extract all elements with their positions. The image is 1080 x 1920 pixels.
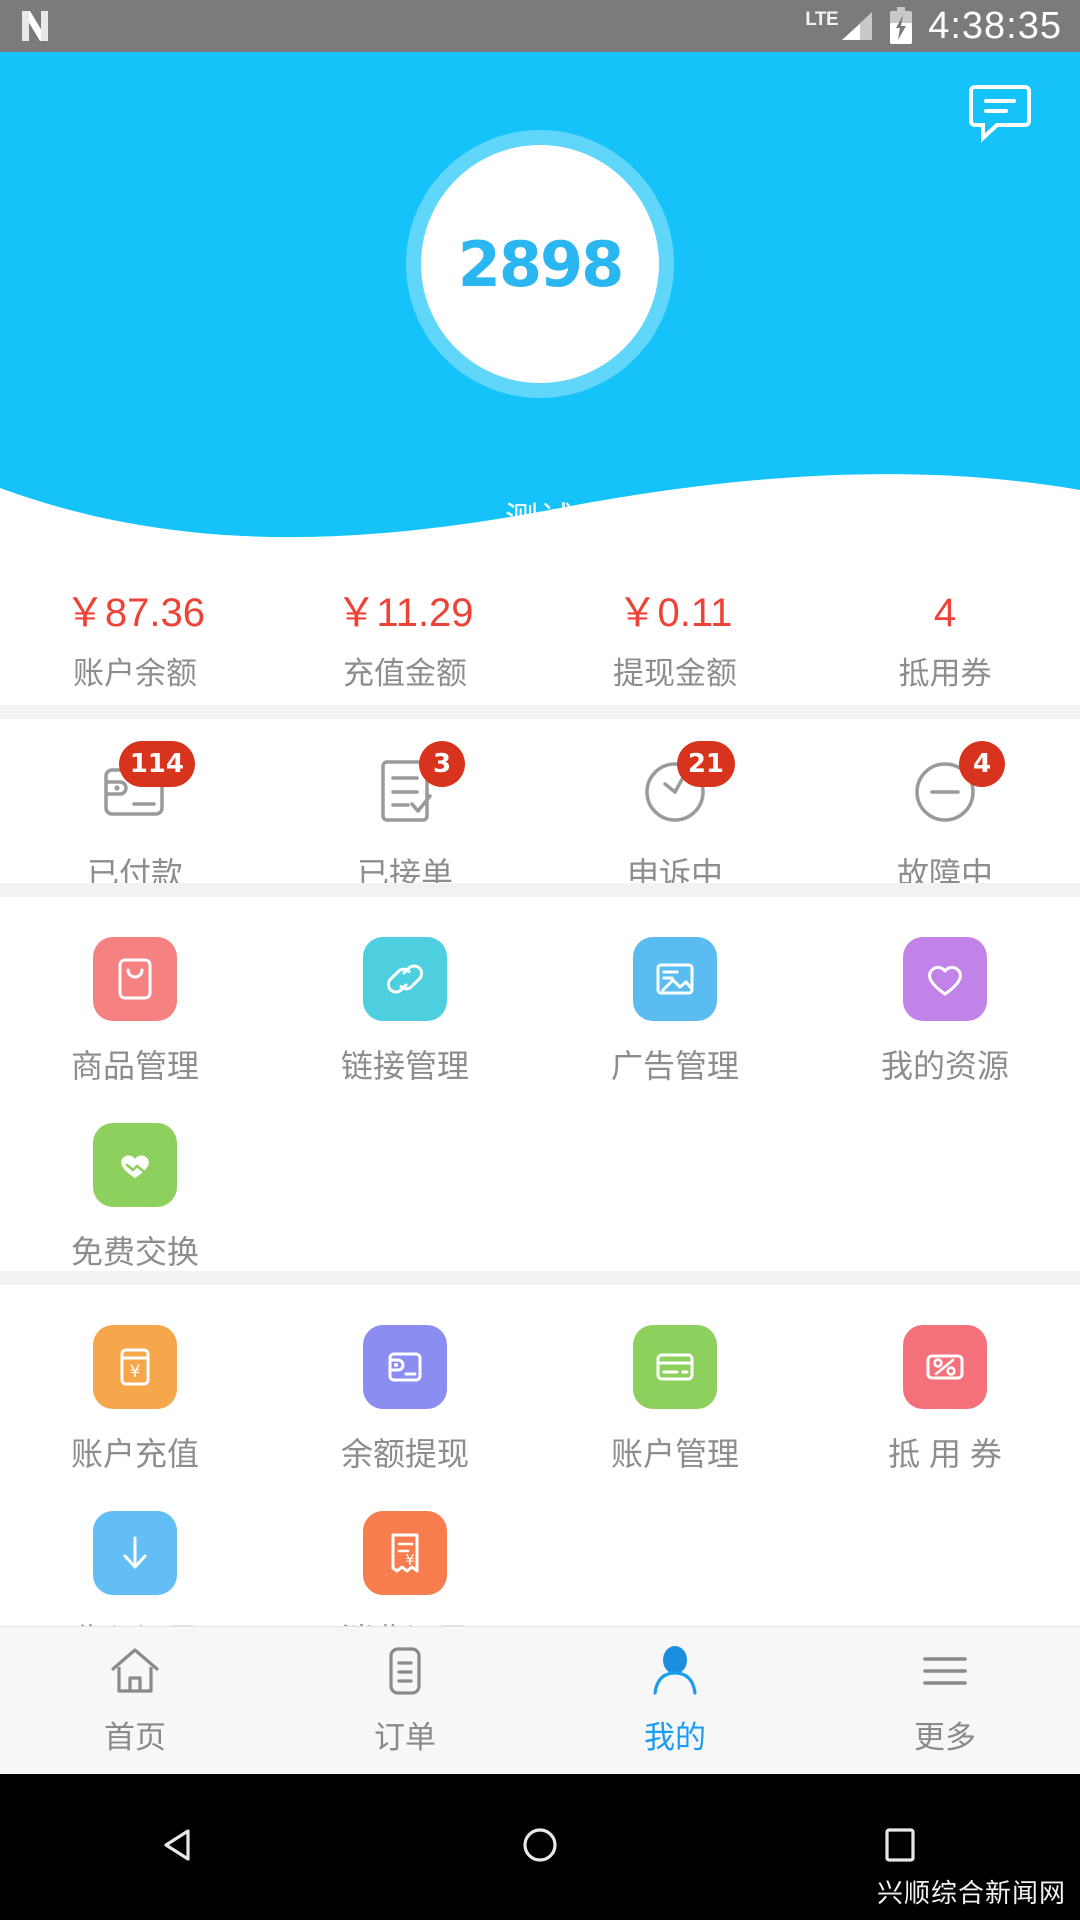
svg-text:¥: ¥ — [130, 1362, 141, 1382]
message-bubble-icon[interactable] — [962, 74, 1038, 150]
android-navigation-bar: 兴顺综合新闻网 — [0, 1774, 1080, 1920]
avatar-ring: 2898 — [406, 130, 674, 398]
handshake-icon — [93, 1123, 177, 1207]
stat-item[interactable]: ￥87.36 账户余额 — [0, 588, 270, 693]
order-status-item-fault[interactable]: 4 故障中 — [810, 741, 1080, 895]
tab-label: 首页 — [104, 1719, 166, 1755]
tile-label: 抵 用 券 — [888, 1436, 1002, 1472]
section-divider — [0, 883, 1080, 897]
stat-item[interactable]: ￥11.29 充值金额 — [270, 588, 540, 693]
tile-link-management[interactable]: 链接管理 — [270, 923, 540, 1109]
stat-label: 提现金额 — [613, 656, 737, 691]
tab-label: 订单 — [374, 1719, 436, 1755]
battery-charging-icon — [888, 7, 914, 45]
status-bar: LTE 4:38:35 — [0, 0, 1080, 52]
management-grid: 商品管理 链接管理 广告管理 我的资源 免费交换 — [0, 897, 1080, 1315]
shopping-bag-icon — [93, 937, 177, 1021]
order-badge: 21 — [676, 741, 735, 787]
status-bar-right: LTE 4:38:35 — [805, 5, 1062, 48]
order-badge: 114 — [118, 741, 195, 787]
minus-circle-icon: 4 — [899, 741, 1005, 833]
tile-label: 余额提现 — [340, 1436, 469, 1472]
yen-card-icon: ¥ — [93, 1325, 177, 1409]
phone-screen: LTE 4:38:35 2898 ￥87.36 账户余额 ￥11.29 充值金额… — [0, 0, 1080, 1920]
tile-free-exchange[interactable]: 免费交换 — [0, 1109, 270, 1295]
tile-account-management[interactable]: 账户管理 — [540, 1311, 810, 1497]
home-icon — [107, 1645, 163, 1702]
arrow-down-icon — [93, 1511, 177, 1595]
stat-item[interactable]: 4 抵用券 — [810, 588, 1080, 693]
wallet-icon: 114 — [89, 741, 195, 833]
tile-account-recharge[interactable]: ¥ 账户充值 — [0, 1311, 270, 1497]
menu-icon — [917, 1645, 973, 1702]
tile-empty — [810, 1109, 1080, 1295]
stat-label: 抵用券 — [898, 656, 992, 691]
section-divider — [0, 705, 1080, 719]
tab-more[interactable]: 更多 — [810, 1627, 1080, 1774]
stat-item[interactable]: ￥0.11 提现金额 — [540, 588, 810, 693]
tile-coupon[interactable]: 抵 用 券 — [810, 1311, 1080, 1497]
tile-label: 我的资源 — [880, 1048, 1009, 1084]
tab-profile[interactable]: 我的 — [540, 1627, 810, 1774]
tab-home[interactable]: 首页 — [0, 1627, 270, 1774]
status-bar-left — [18, 9, 52, 43]
netflix-n-icon — [18, 9, 52, 43]
watermark-text: 兴顺综合新闻网 — [876, 1878, 1066, 1908]
circle-home-icon[interactable] — [516, 1821, 564, 1874]
tile-label: 账户管理 — [610, 1436, 739, 1472]
tile-empty — [540, 1109, 810, 1295]
avatar-label: 2898 — [457, 227, 625, 301]
stat-value: ￥0.11 — [617, 591, 733, 635]
coupon-icon — [903, 1325, 987, 1409]
tile-label: 商品管理 — [70, 1048, 199, 1084]
tile-balance-withdraw[interactable]: 余额提现 — [270, 1311, 540, 1497]
checklist-icon: 3 — [359, 741, 465, 833]
wallet-out-icon — [363, 1325, 447, 1409]
credit-card-icon — [633, 1325, 717, 1409]
tile-empty — [270, 1109, 540, 1295]
bottom-tab-bar: 首页 订单 我的 更多 — [0, 1626, 1080, 1774]
tile-label: 链接管理 — [340, 1048, 469, 1084]
receipt-yen-icon: ¥ — [363, 1511, 447, 1595]
link-icon — [363, 937, 447, 1021]
svg-text:¥: ¥ — [405, 1551, 415, 1569]
order-badge: 4 — [959, 741, 1005, 787]
stat-value: ￥11.29 — [336, 591, 474, 635]
order-status-item-paid[interactable]: 114 已付款 — [0, 741, 270, 895]
heart-icon — [903, 937, 987, 1021]
tile-my-resources[interactable]: 我的资源 — [810, 923, 1080, 1109]
image-icon — [633, 937, 717, 1021]
tile-label: 广告管理 — [610, 1048, 739, 1084]
stat-label: 账户余额 — [73, 656, 197, 691]
status-bar-clock: 4:38:35 — [928, 4, 1062, 47]
signal-bars-icon: LTE — [805, 9, 874, 43]
profile-header: 2898 测试 — [0, 52, 1080, 562]
tab-orders[interactable]: 订单 — [270, 1627, 540, 1774]
stats-row: ￥87.36 账户余额 ￥11.29 充值金额 ￥0.11 提现金额 4 抵用券 — [0, 562, 1080, 717]
stat-label: 充值金额 — [343, 656, 467, 691]
tile-product-management[interactable]: 商品管理 — [0, 923, 270, 1109]
tab-label: 我的 — [644, 1719, 706, 1755]
stat-value: ￥87.36 — [64, 591, 206, 635]
square-recents-icon[interactable] — [876, 1821, 924, 1874]
order-badge: 3 — [419, 741, 465, 787]
section-divider — [0, 1271, 1080, 1285]
header-wave-decoration — [0, 474, 1080, 562]
person-icon — [650, 1645, 700, 1702]
tab-label: 更多 — [914, 1719, 976, 1755]
avatar[interactable]: 2898 — [421, 145, 659, 383]
tile-label: 免费交换 — [70, 1234, 199, 1270]
network-type-label: LTE — [805, 9, 839, 30]
order-status-item-accepted[interactable]: 3 已接单 — [270, 741, 540, 895]
tile-label: 账户充值 — [70, 1436, 199, 1472]
orders-icon — [380, 1645, 430, 1702]
stat-value: 4 — [933, 591, 957, 635]
order-status-item-appeal[interactable]: 21 申诉中 — [540, 741, 810, 895]
triangle-back-icon[interactable] — [156, 1821, 204, 1874]
clock-icon: 21 — [629, 741, 735, 833]
tile-ad-management[interactable]: 广告管理 — [540, 923, 810, 1109]
